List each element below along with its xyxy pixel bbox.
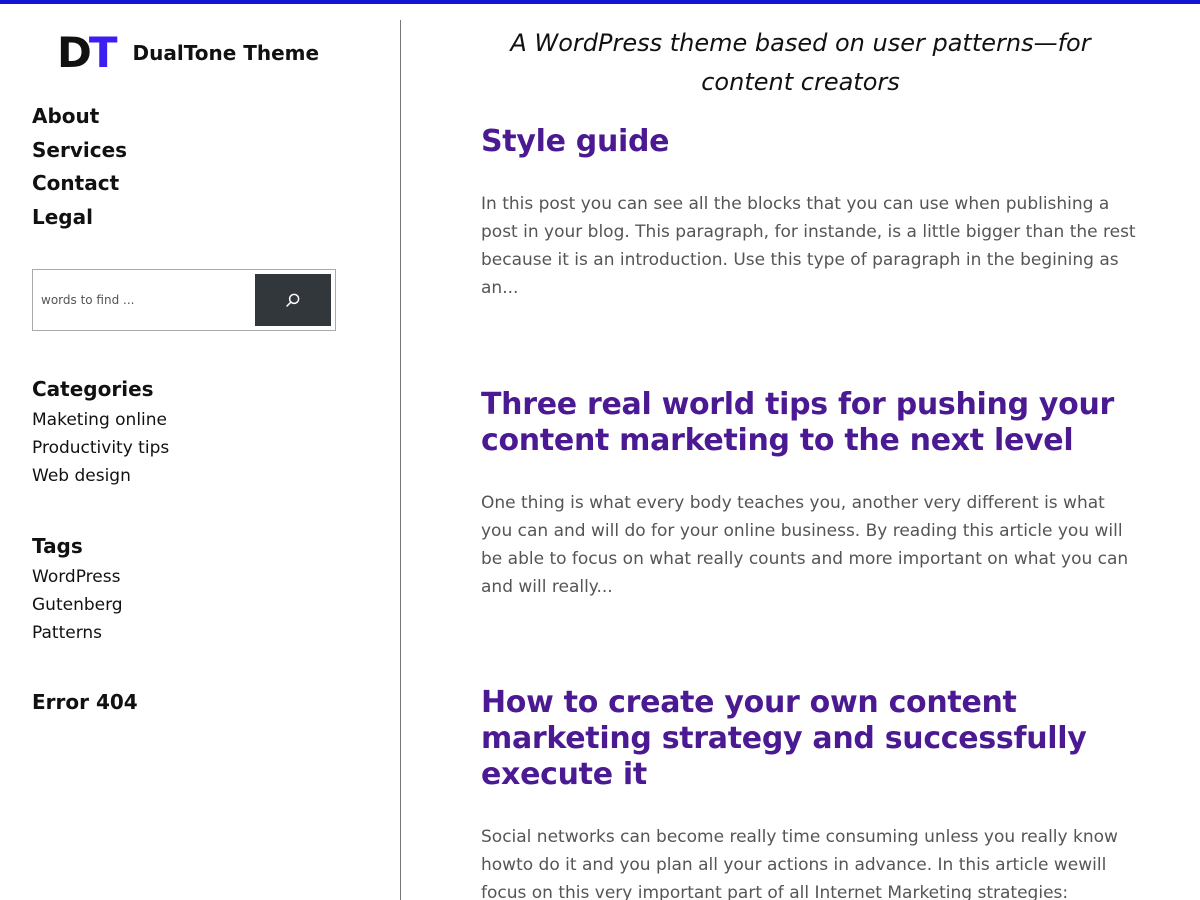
search-input[interactable] — [37, 274, 255, 326]
nav-item-services[interactable]: Services — [32, 134, 127, 168]
error-404-link[interactable]: Error 404 — [32, 690, 138, 714]
search-form — [32, 269, 336, 331]
post-item: Three real world tips for pushing your c… — [481, 387, 1141, 601]
tags-heading: Tags — [32, 534, 83, 558]
tag-link[interactable]: Patterns — [32, 619, 123, 647]
categories-widget: Categories Maketing online Productivity … — [32, 374, 169, 490]
tag-link[interactable]: Gutenberg — [32, 591, 123, 619]
logo-letter-t: T — [88, 28, 118, 77]
nav-item-about[interactable]: About — [32, 100, 127, 134]
main-navigation: About Services Contact Legal — [32, 100, 127, 234]
search-icon — [286, 293, 300, 307]
category-link[interactable]: Productivity tips — [32, 434, 169, 462]
nav-item-legal[interactable]: Legal — [32, 201, 127, 235]
tags-widget: Tags WordPress Gutenberg Patterns — [32, 531, 123, 647]
main-content: A WordPress theme based on user patterns… — [401, 4, 1200, 900]
tags-list: WordPress Gutenberg Patterns — [32, 563, 123, 647]
sidebar: DT DualTone Theme About Services Contact… — [0, 4, 400, 900]
category-link[interactable]: Maketing online — [32, 406, 169, 434]
post-excerpt: One thing is what every body teaches you… — [481, 493, 1129, 597]
category-link[interactable]: Web design — [32, 462, 169, 490]
site-tagline: A WordPress theme based on user patterns… — [510, 29, 1091, 96]
post-item: Style guide In this post you can see all… — [481, 124, 1141, 302]
post-excerpt: Social networks can become really time c… — [481, 827, 1118, 900]
post-title[interactable]: Three real world tips for pushing your c… — [481, 387, 1141, 459]
site-branding: DT DualTone Theme — [57, 30, 319, 76]
post-title[interactable]: Style guide — [481, 124, 1141, 160]
logo-letter-d: D — [57, 28, 92, 77]
tag-link[interactable]: WordPress — [32, 563, 123, 591]
site-title[interactable]: DualTone Theme — [133, 41, 320, 65]
nav-item-contact[interactable]: Contact — [32, 167, 127, 201]
site-logo[interactable]: DT — [57, 32, 117, 74]
post-excerpt: In this post you can see all the blocks … — [481, 194, 1136, 298]
post-item: How to create your own content marketing… — [481, 685, 1141, 900]
search-button[interactable] — [255, 274, 331, 326]
post-title[interactable]: How to create your own content marketing… — [481, 685, 1141, 793]
categories-heading: Categories — [32, 377, 154, 401]
categories-list: Maketing online Productivity tips Web de… — [32, 406, 169, 490]
